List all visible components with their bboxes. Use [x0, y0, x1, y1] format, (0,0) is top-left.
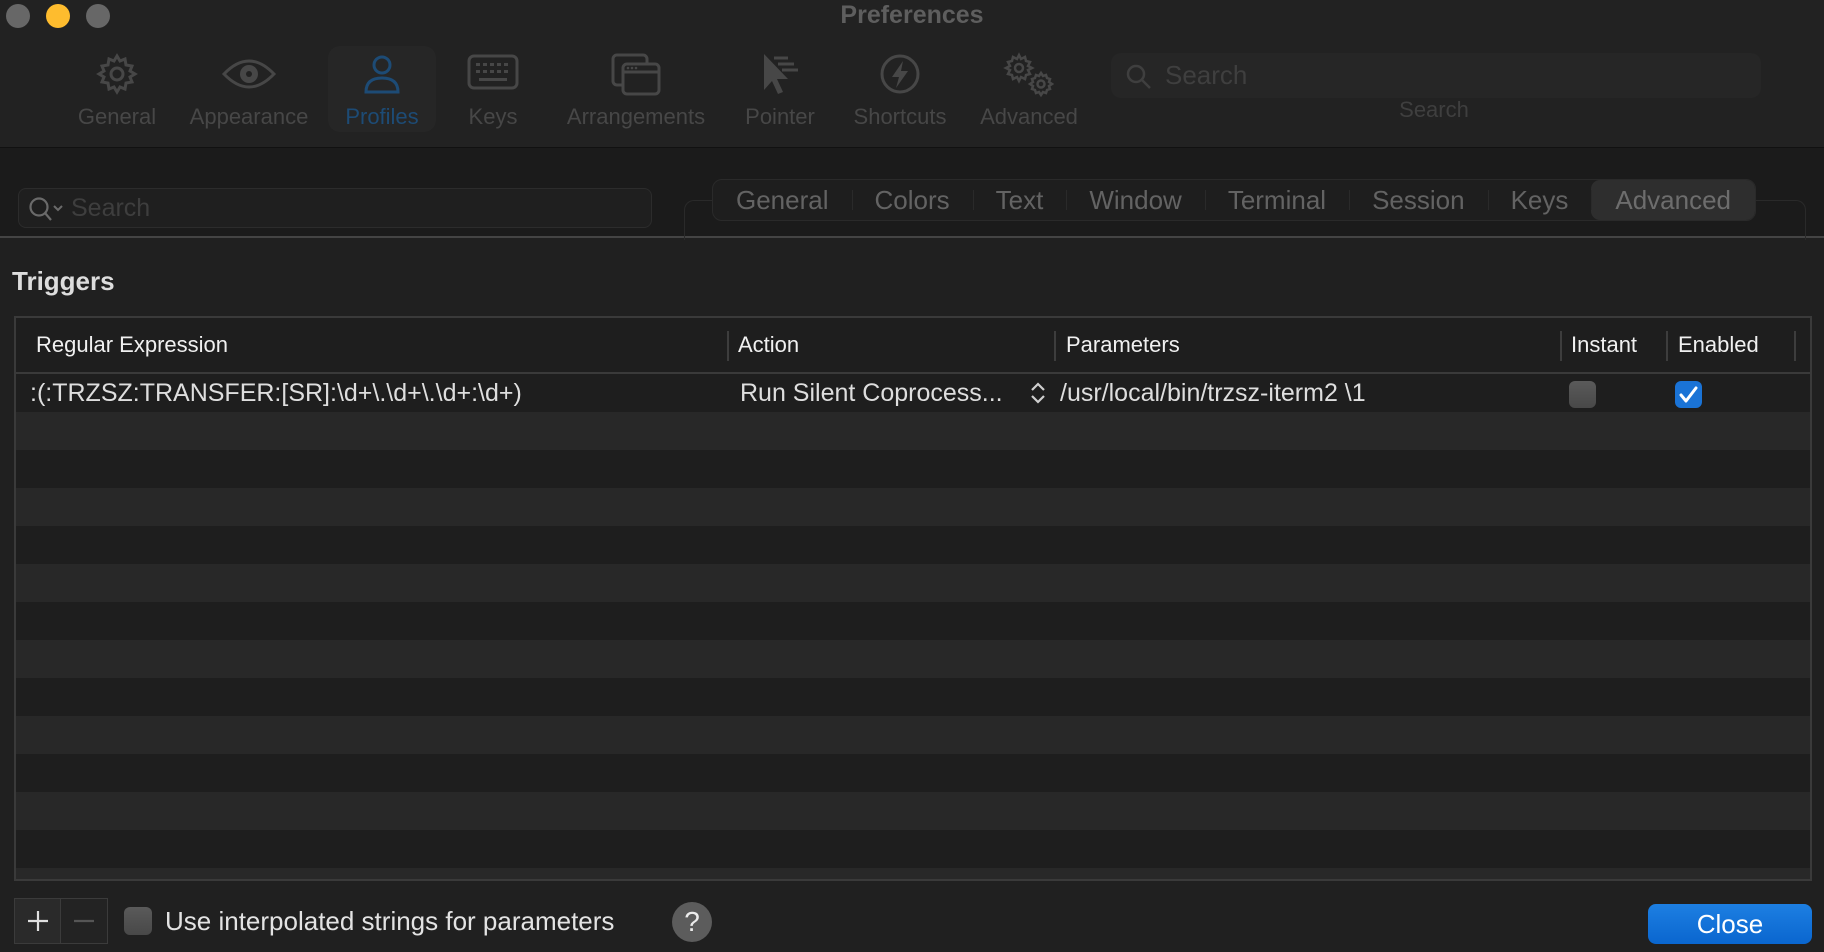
column-header-action[interactable]: Action	[738, 318, 799, 372]
regex-cell[interactable]: :(:TRZSZ:TRANSFER:[SR]:\d+\.\d+\.\d+:\d+…	[30, 374, 522, 412]
preferences-search	[1111, 53, 1761, 98]
up-down-chevron-icon	[1030, 380, 1046, 411]
minus-icon	[74, 919, 94, 923]
column-divider[interactable]	[727, 331, 729, 361]
triggers-table: Regular Expression Action Parameters Ins…	[14, 316, 1812, 881]
search-with-menu-icon[interactable]	[27, 195, 67, 228]
empty-table-row[interactable]	[16, 678, 1810, 716]
eye-icon	[184, 52, 314, 102]
parameters-cell[interactable]: /usr/local/bin/trzsz-iterm2 \1	[1060, 374, 1366, 412]
toolbar-item-advanced[interactable]: Advanced	[974, 46, 1084, 132]
search-icon	[1125, 63, 1153, 96]
empty-table-row[interactable]	[16, 450, 1810, 488]
tab-keys[interactable]: Keys	[1487, 180, 1592, 220]
help-button[interactable]: ?	[672, 902, 712, 942]
column-divider[interactable]	[1054, 331, 1056, 361]
toolbar-item-arrangements[interactable]: Arrangements	[560, 46, 712, 132]
table-header: Regular Expression Action Parameters Ins…	[16, 318, 1810, 374]
empty-table-row[interactable]	[16, 830, 1810, 868]
column-header-enabled[interactable]: Enabled	[1678, 318, 1759, 372]
tab-advanced[interactable]: Advanced	[1591, 180, 1756, 220]
tab-window[interactable]: Window	[1066, 180, 1204, 220]
person-icon	[328, 52, 436, 102]
profile-filter-input[interactable]	[71, 189, 641, 227]
plus-icon	[27, 911, 48, 931]
enabled-checkbox[interactable]	[1675, 381, 1702, 408]
toolbar: Preferences General Appearance Profiles …	[0, 0, 1824, 148]
column-header-regex[interactable]: Regular Expression	[36, 318, 228, 372]
toolbar-item-pointer[interactable]: Pointer	[738, 46, 822, 132]
action-value: Run Silent Coprocess...	[740, 379, 1003, 407]
tab-general[interactable]: General	[713, 180, 851, 220]
action-popup[interactable]: Run Silent Coprocess...	[740, 374, 1003, 412]
empty-table-row[interactable]	[16, 754, 1810, 792]
column-header-instant[interactable]: Instant	[1571, 318, 1637, 372]
table-body: :(:TRZSZ:TRANSFER:[SR]:\d+\.\d+\.\d+:\d+…	[16, 374, 1810, 879]
add-remove-control	[14, 898, 108, 944]
toolbar-item-general[interactable]: General	[66, 46, 168, 132]
interpolated-strings-checkbox[interactable]	[124, 907, 152, 935]
column-divider[interactable]	[1794, 331, 1796, 361]
instant-checkbox[interactable]	[1569, 381, 1596, 408]
tab-colors[interactable]: Colors	[851, 180, 973, 220]
gears-icon	[974, 52, 1084, 102]
empty-table-row[interactable]	[16, 640, 1810, 678]
column-divider[interactable]	[1560, 331, 1562, 361]
tab-text[interactable]: Text	[972, 180, 1067, 220]
column-divider[interactable]	[1666, 331, 1668, 361]
pointer-icon	[738, 52, 822, 102]
interpolated-strings-label[interactable]: Use interpolated strings for parameters	[165, 903, 614, 939]
preferences-search-input[interactable]	[1165, 53, 1745, 98]
gear-icon	[66, 52, 168, 102]
search-caption: Search	[1399, 97, 1469, 122]
empty-table-row[interactable]	[16, 716, 1810, 754]
toolbar-item-profiles[interactable]: Profiles	[328, 46, 436, 132]
column-header-parameters[interactable]: Parameters	[1066, 318, 1180, 372]
tab-session[interactable]: Session	[1349, 180, 1488, 220]
empty-table-row[interactable]	[16, 564, 1810, 602]
toolbar-item-appearance[interactable]: Appearance	[184, 46, 314, 132]
window-title: Preferences	[840, 1, 984, 29]
profile-filter	[18, 188, 652, 228]
lightning-icon	[846, 52, 954, 102]
triggers-title: Triggers	[12, 266, 115, 296]
empty-table-row[interactable]	[16, 602, 1810, 640]
toolbar-item-keys[interactable]: Keys	[452, 46, 534, 132]
table-row[interactable]: :(:TRZSZ:TRANSFER:[SR]:\d+\.\d+\.\d+:\d+…	[16, 374, 1810, 412]
checkmark-icon	[1679, 386, 1698, 403]
tab-terminal[interactable]: Terminal	[1204, 180, 1349, 220]
add-trigger-button[interactable]	[15, 899, 61, 943]
toolbar-item-shortcuts[interactable]: Shortcuts	[846, 46, 954, 132]
profile-header-band: General Colors Text Window Terminal Sess…	[0, 148, 1824, 240]
empty-table-row[interactable]	[16, 792, 1810, 830]
preferences-window: Preferences General Appearance Profiles …	[0, 0, 1824, 952]
windows-icon	[560, 52, 712, 102]
empty-table-row[interactable]	[16, 526, 1810, 564]
remove-trigger-button[interactable]	[61, 899, 107, 943]
profile-tabs: General Colors Text Window Terminal Sess…	[712, 179, 1757, 221]
empty-table-row[interactable]	[16, 412, 1810, 450]
keyboard-icon	[452, 52, 534, 102]
empty-table-row[interactable]	[16, 868, 1810, 879]
close-button[interactable]: Close	[1648, 904, 1812, 944]
empty-table-row[interactable]	[16, 488, 1810, 526]
